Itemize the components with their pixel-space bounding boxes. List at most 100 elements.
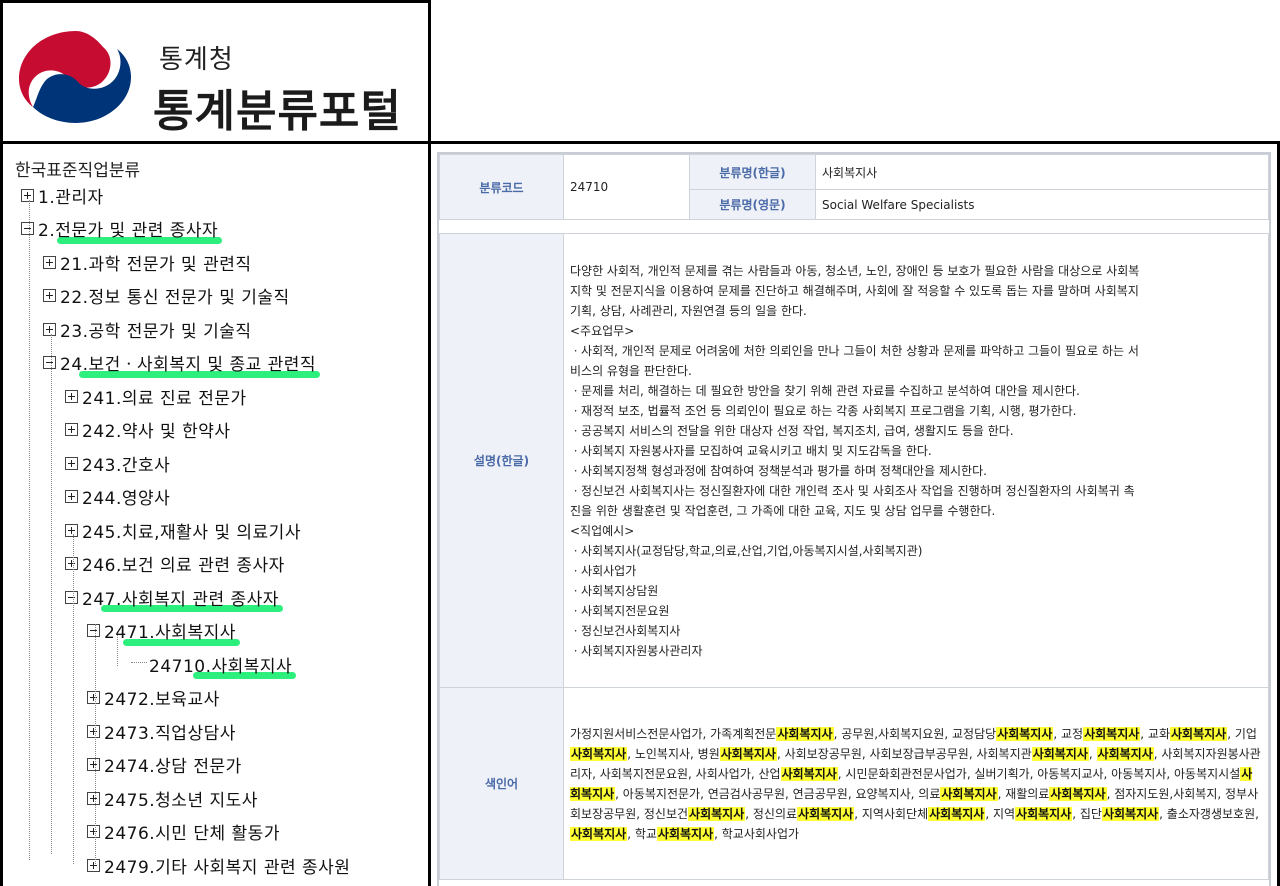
expand-plus-icon[interactable] [65,389,78,403]
index-term-text: , 교정 [1053,726,1084,741]
tree-item-label[interactable]: 2473.직업상담사 [104,719,236,744]
tree-item-label[interactable]: 2472.보육교사 [104,685,220,710]
classification-tree: 한국표준직업분류 1.관리자 2.전문가 및 관련 종사자 21.과학 전문가 및 … [0,141,431,886]
index-term-highlight: 사회복지사 [1096,746,1154,761]
tree-item-label[interactable]: 2476.시민 단체 활동가 [104,819,280,844]
tree-item-label[interactable]: 242.약사 및 한약사 [82,417,231,442]
tree-guide-line [51,334,52,854]
collapse-minus-icon[interactable] [21,222,34,235]
expand-plus-icon[interactable] [87,758,100,771]
tree-guide-line [95,624,96,864]
index-term-text: , 교화 [1140,726,1170,741]
tree-item[interactable]: 243.간호사 [65,450,170,476]
tree-item[interactable]: 244.영양사 [65,484,170,510]
expand-plus-icon[interactable] [43,289,56,302]
index-term-text: , 재활의료 [997,786,1050,801]
tree-item[interactable]: 2471.사회복지사 [87,618,240,646]
expand-plus-icon[interactable] [65,456,78,470]
index-terms-label: 색인어 [439,687,564,880]
description-line: 지학 및 전문지식을 이용하여 문제를 진단하고 해결해주며, 사회에 잘 적응… [570,283,1139,298]
tree-item-label[interactable]: 23.공학 전문가 및 기술직 [60,317,252,342]
index-term-highlight: 사회복지사 [940,786,998,801]
index-term-highlight: 사회복지사 [570,746,628,761]
description-line: ㆍ공공복지 서비스의 전달을 위한 대상자 선정 작업, 복지조치, 급여, 생… [570,423,1014,438]
tree-root-label[interactable]: 한국표준직업분류 [15,156,140,181]
tree-item[interactable]: 245.치료,재활사 및 의료기사 [65,517,301,543]
collapse-minus-icon[interactable] [65,590,78,604]
description-line: ㆍ사회복지 자원봉사자를 모집하여 교육시키고 배치 및 지도감독을 한다. [570,443,932,458]
expand-plus-icon[interactable] [65,557,78,570]
tree-item-label[interactable]: 2474.상담 전문가 [104,752,242,777]
tree-item-label[interactable]: 2479.기타 사회복지 관련 종사원 [104,853,350,878]
tree-item[interactable]: 2476.시민 단체 활동가 [87,819,280,845]
tree-item-label[interactable]: 21.과학 전문가 및 관련직 [60,250,252,275]
index-term-text: 가정지원서비스전문사업가, 가족계획전문 [570,726,777,741]
tree-item-label[interactable]: 243.간호사 [82,451,170,476]
expand-plus-icon[interactable] [43,322,56,336]
tree-item[interactable]: 22.정보 통신 전문가 및 기술직 [43,283,290,309]
tree-item-label[interactable]: 24.보건ㆍ사회복지 및 종교 관련직 [60,350,316,375]
description-line: 비스의 유형을 판단한다. [570,363,692,378]
expand-plus-icon[interactable] [21,188,34,202]
tree-item[interactable]: 24710.사회복지사 [131,651,297,679]
description-line: ㆍ사회적, 개인적 문제로 어려움에 처한 의뢰인을 만나 그들이 처한 상황과… [570,343,1139,358]
tree-item[interactable]: 2472.보육교사 [87,685,220,711]
tree-item[interactable]: 241.의료 진료 전문가 [65,383,247,409]
tree-item[interactable]: 247.사회복지 관련 종사자 [65,584,283,612]
tree-item-label[interactable]: 2.전문가 및 관련 종사자 [38,216,218,241]
index-term-highlight: 사회복지사 [656,826,715,841]
tree-item[interactable]: 242.약사 및 한약사 [65,417,231,443]
tree-guide-line [73,534,74,864]
name-kr-label: 분류명(한글) [689,154,816,190]
tree-item-label[interactable]: 2475.청소년 지도사 [104,786,258,811]
description-line: ㆍ재정적 보조, 법률적 조언 등 의뢰인이 필요로 하는 각종 사회복지 프로… [570,403,1077,418]
index-term-highlight: 사회복지사 [570,826,628,841]
expand-plus-icon[interactable] [65,523,78,537]
index-term-text: , 사회보장공무원, 사회보장급부공무원, 사회복지관 [776,746,1032,761]
description-line: 진을 위한 생활훈련 및 작업훈련, 그 가족에 대한 교육, 지도 및 상담 … [570,503,996,518]
tree-item-label[interactable]: 241.의료 진료 전문가 [82,384,247,409]
tree-item[interactable]: 246.보건 의료 관련 종사자 [65,551,285,577]
tree-item[interactable]: 2.전문가 및 관련 종사자 [21,216,223,244]
tree-item[interactable]: 1.관리자 [21,182,104,208]
expand-plus-icon[interactable] [87,825,100,838]
expand-plus-icon[interactable] [87,724,100,738]
tree-item-label[interactable]: 22.정보 통신 전문가 및 기술직 [60,283,290,308]
tree-item-label[interactable]: 245.치료,재활사 및 의료기사 [82,518,301,543]
tree-item[interactable]: 2479.기타 사회복지 관련 종사원 [87,852,350,878]
tree-item-label[interactable]: 24710.사회복지사 [149,652,292,677]
tree-item[interactable]: 2474.상담 전문가 [87,752,242,778]
expand-plus-icon[interactable] [87,691,100,704]
tree-item-label[interactable]: 1.관리자 [38,183,104,208]
name-en-value: Social Welfare Specialists [815,189,1269,220]
tree-item-label[interactable]: 247.사회복지 관련 종사자 [82,585,279,610]
collapse-minus-icon[interactable] [87,624,100,637]
tree-item[interactable]: 24.보건ㆍ사회복지 및 종교 관련직 [43,350,321,378]
index-term-highlight: 사회복지사 [928,806,986,821]
description-line: ㆍ사회사업가 [570,563,637,578]
tree-item[interactable]: 2475.청소년 지도사 [87,785,258,811]
index-term-highlight: 사회복지사 [780,766,838,781]
tree-item-label[interactable]: 2471.사회복지사 [104,618,236,643]
tree-item[interactable]: 2473.직업상담사 [87,718,236,744]
expand-plus-icon[interactable] [43,255,56,269]
index-term-text: , [1088,746,1097,761]
expand-plus-icon[interactable] [65,423,78,436]
index-term-text: , 학교 [627,826,657,841]
index-term-highlight: 사회복지사 [1170,726,1228,741]
index-term-text: , 노인복지사, 병원 [627,746,720,761]
description-line: ㆍ사회복지상담원 [570,583,659,598]
index-term-highlight: 사회복지사 [1101,806,1160,821]
tree-item[interactable]: 21.과학 전문가 및 관련직 [43,249,252,275]
expand-plus-icon[interactable] [65,490,78,503]
expand-plus-icon[interactable] [87,791,100,805]
classification-detail: 분류코드 24710 분류명(한글) 사회복지사 분류명(영문) Social … [428,141,1280,886]
expand-plus-icon[interactable] [87,858,100,872]
tree-item-label[interactable]: 246.보건 의료 관련 종사자 [82,551,285,576]
index-term-text: , 집단 [1072,806,1102,821]
description-line: ㆍ문제를 처리, 해결하는 데 필요한 방안을 찾기 위해 관련 자료를 수집하… [570,383,1080,398]
index-term-text: , 지역 [985,806,1016,821]
tree-item[interactable]: 23.공학 전문가 및 기술직 [43,316,252,342]
tree-item-label[interactable]: 244.영양사 [82,484,170,509]
collapse-minus-icon[interactable] [43,356,56,369]
